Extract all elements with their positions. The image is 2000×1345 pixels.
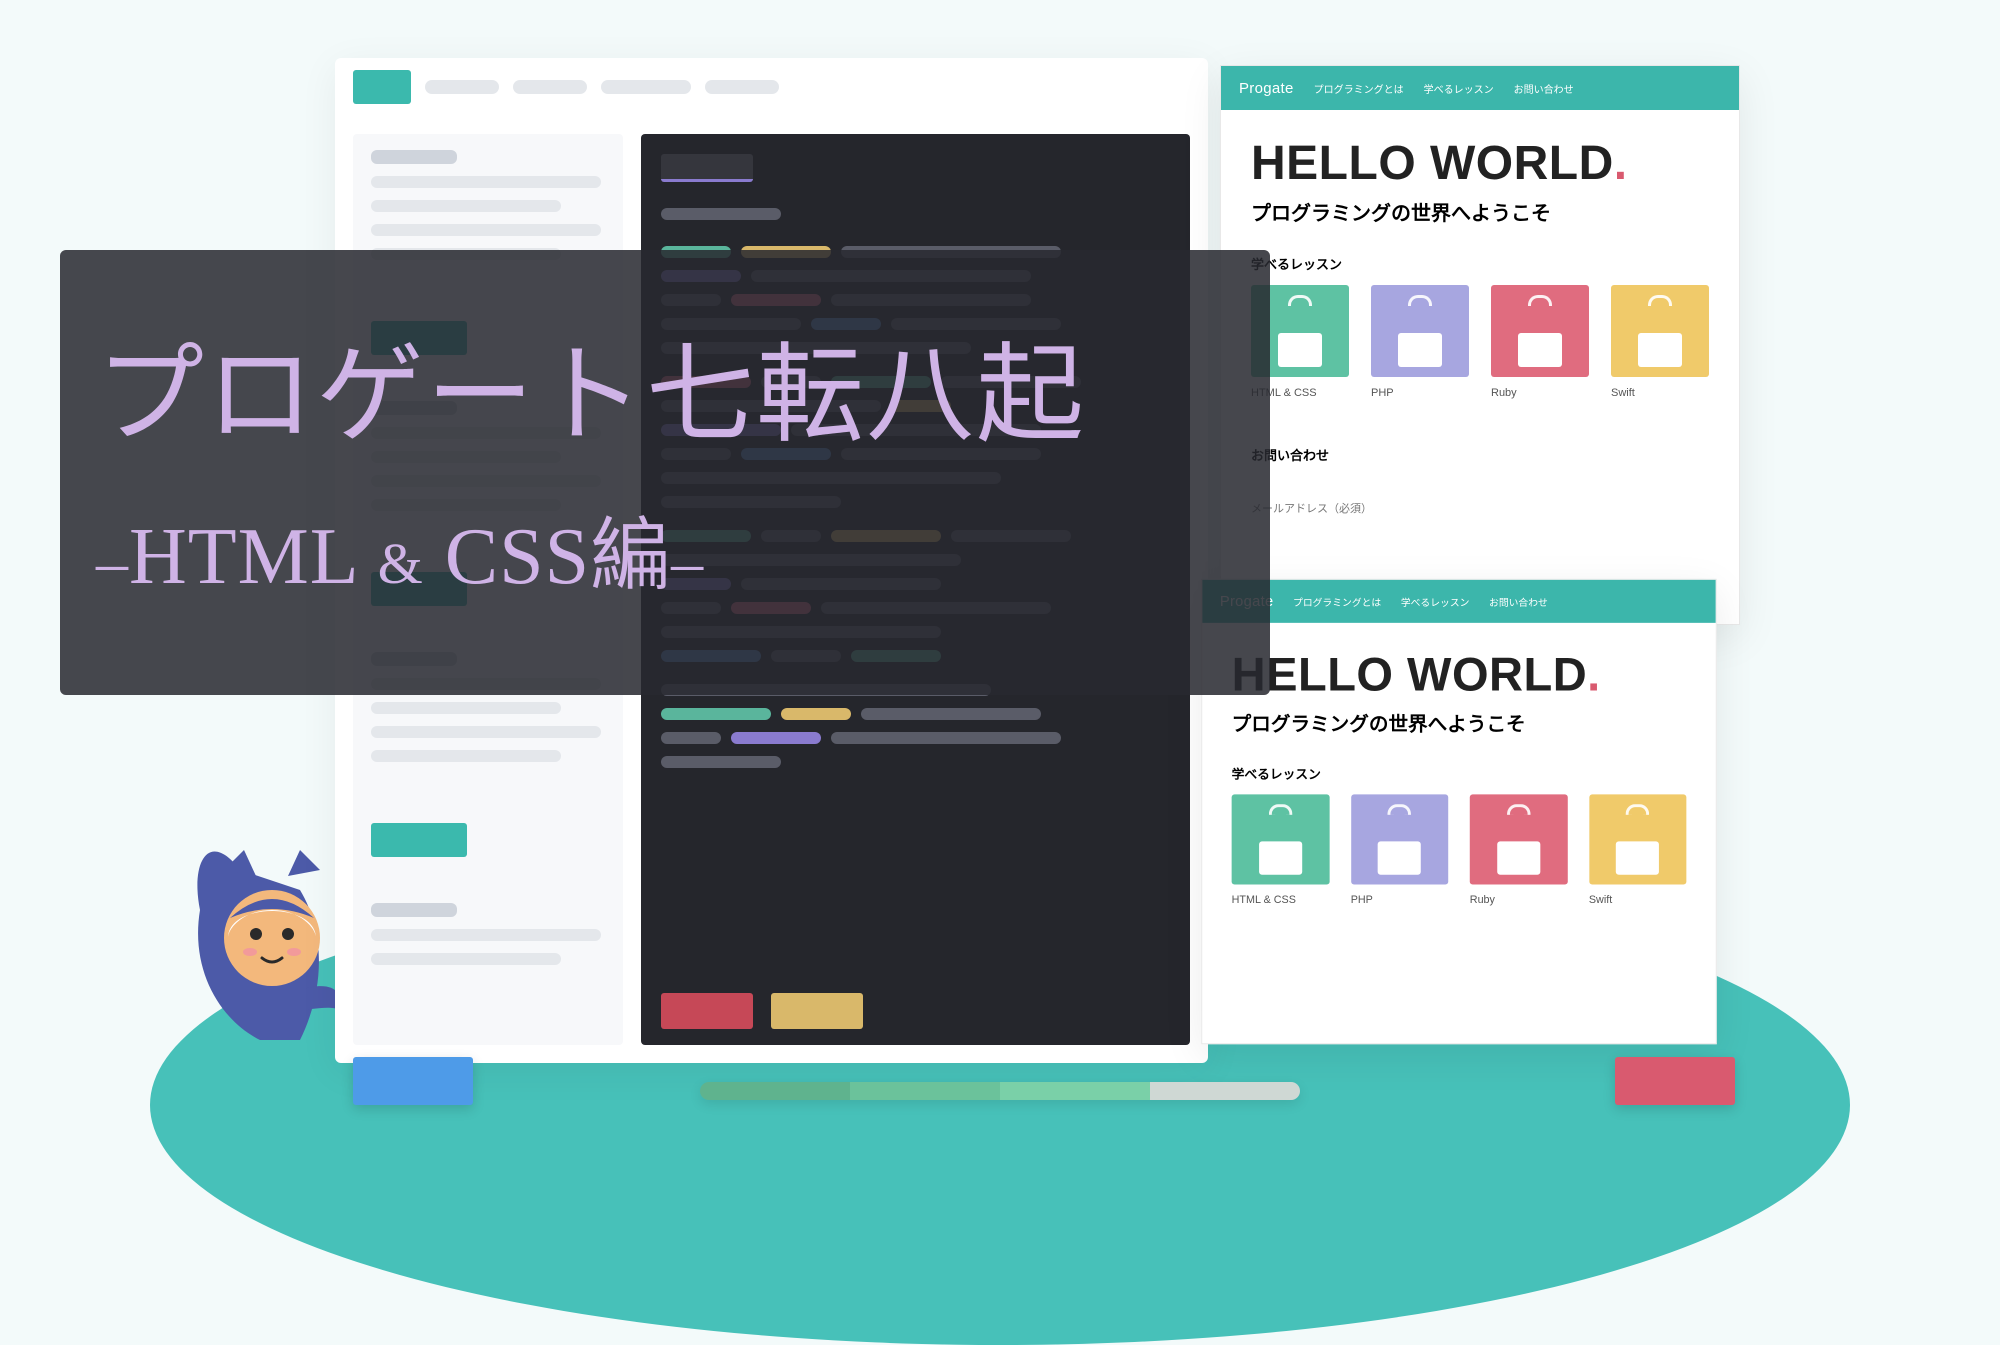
- preview-window-bottom: Progate プログラミングとは 学べるレッスン お問い合わせ HELLO W…: [1201, 579, 1716, 1045]
- sidebar-action[interactable]: [371, 823, 467, 857]
- preview-contact-field: メールアドレス（必須）: [1251, 500, 1709, 516]
- preview-contact-heading: お問い合わせ: [1251, 445, 1709, 464]
- editor-tab[interactable]: [425, 80, 499, 94]
- editor-tab[interactable]: [601, 80, 691, 94]
- editor-active-tab[interactable]: [353, 70, 411, 104]
- title-line1: プロゲート七転八起: [96, 338, 1270, 457]
- lesson-swift-icon: [1611, 285, 1709, 377]
- preview-title: HELLO WORLD.: [1251, 136, 1709, 191]
- lesson-ruby-icon: [1491, 285, 1589, 377]
- lesson-card[interactable]: PHP: [1371, 285, 1469, 399]
- nav-link[interactable]: プログラミングとは: [1314, 81, 1404, 96]
- title-overlay: プロゲート七転八起 –HTML & CSS編–: [60, 250, 1270, 695]
- progress-bar: [700, 1082, 1300, 1100]
- preview-subtitle: プログラミングの世界へようこそ: [1251, 197, 1709, 226]
- lesson-card[interactable]: Ruby: [1491, 285, 1589, 399]
- preview-window-top: Progate プログラミングとは 学べるレッスン お問い合わせ HELLO W…: [1220, 65, 1740, 625]
- editor-tab[interactable]: [513, 80, 587, 94]
- nav-link[interactable]: お問い合わせ: [1514, 81, 1574, 96]
- editor-topbar: [335, 58, 1208, 116]
- preview-nav: Progate プログラミングとは 学べるレッスン お問い合わせ: [1221, 66, 1739, 110]
- nav-link[interactable]: 学べるレッスン: [1424, 81, 1494, 96]
- lesson-php-icon: [1371, 285, 1469, 377]
- bottom-red-button[interactable]: [1615, 1057, 1735, 1105]
- preview-section-heading: 学べるレッスン: [1251, 254, 1709, 273]
- editor-action-button[interactable]: [661, 993, 753, 1029]
- title-line2: –HTML & CSS編–: [96, 491, 1270, 607]
- preview-logo: Progate: [1239, 80, 1294, 97]
- code-file-tab[interactable]: [661, 154, 753, 182]
- editor-tab[interactable]: [705, 80, 779, 94]
- editor-action-button[interactable]: [771, 993, 863, 1029]
- bottom-blue-button[interactable]: [353, 1057, 473, 1105]
- lesson-card[interactable]: Swift: [1611, 285, 1709, 399]
